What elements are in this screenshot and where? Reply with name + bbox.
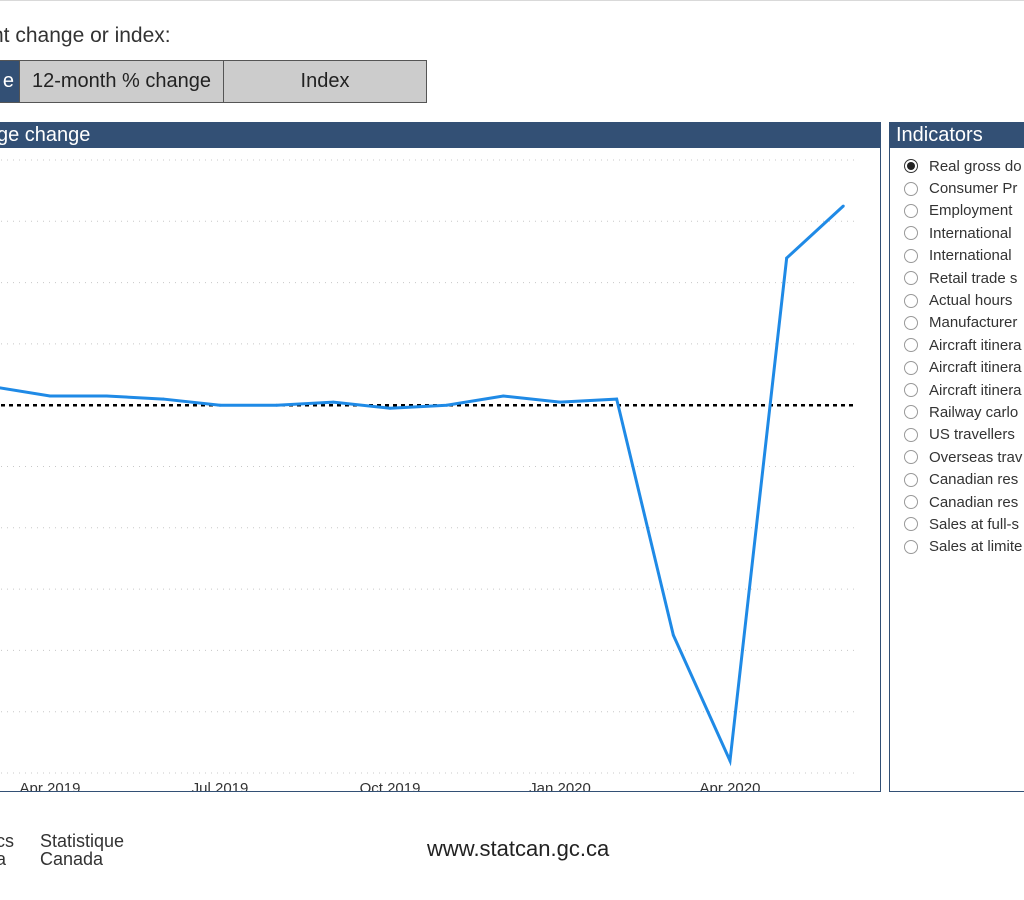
data-point xyxy=(728,759,732,763)
chart-title: ge change xyxy=(0,124,91,146)
indicator-option[interactable]: Aircraft itinera xyxy=(904,357,1024,379)
site-url-link[interactable]: www.statcan.gc.ca xyxy=(427,836,609,862)
indicator-label: Canadian res xyxy=(929,471,1019,489)
indicator-label: Actual hours xyxy=(929,292,1013,310)
index-button[interactable]: Index xyxy=(223,60,427,103)
x-tick-label: Jan 2020 xyxy=(529,780,591,792)
data-point xyxy=(275,403,279,407)
radio-icon[interactable] xyxy=(904,338,918,353)
indicator-option[interactable]: Aircraft itinera xyxy=(904,334,1024,356)
data-point xyxy=(331,400,335,404)
radio-icon[interactable] xyxy=(904,248,918,263)
indicators-panel: Indicators Real gross do Consumer Pr Emplo… xyxy=(889,122,1024,792)
top-divider xyxy=(0,0,1024,1)
indicator-label: Aircraft itinera xyxy=(929,336,1022,354)
indicators-list: Real gross do Consumer Pr Employment Intern… xyxy=(904,155,1024,558)
x-tick-label: Apr 2020 xyxy=(700,780,761,792)
radio-icon[interactable] xyxy=(904,450,918,465)
radio-icon[interactable] xyxy=(904,539,918,554)
indicator-option[interactable]: Consumer Pr xyxy=(904,177,1024,199)
data-point xyxy=(388,406,392,410)
indicator-option[interactable]: Retail trade s xyxy=(904,267,1024,289)
indicator-label: Manufacturer xyxy=(929,314,1018,332)
x-tick-label: Apr 2019 xyxy=(20,780,81,792)
radio-icon[interactable] xyxy=(904,181,918,196)
indicator-label: Sales at full-s xyxy=(929,515,1020,533)
radio-icon[interactable] xyxy=(904,293,918,308)
indicator-option[interactable]: Overseas trav xyxy=(904,446,1024,468)
indicator-label: Railway carlo xyxy=(929,403,1019,421)
indicator-option[interactable]: Real gross do xyxy=(904,155,1024,177)
indicator-label: International xyxy=(929,224,1012,242)
data-point xyxy=(218,403,222,407)
data-point xyxy=(48,394,52,398)
radio-icon[interactable] xyxy=(904,203,918,218)
12-month-change-button[interactable]: 12-month % change xyxy=(19,60,224,103)
wordmark-line2: Canada xyxy=(40,849,104,869)
data-point xyxy=(841,204,845,208)
radio-icon[interactable] xyxy=(904,315,918,330)
radio-icon[interactable] xyxy=(904,427,918,442)
indicator-label: International xyxy=(929,247,1012,265)
indicators-title: Indicators xyxy=(890,123,1024,148)
indicator-option[interactable]: Manufacturer xyxy=(904,312,1024,334)
indicator-label: Canadian res xyxy=(929,493,1019,511)
indicator-option[interactable]: Canadian res xyxy=(904,491,1024,513)
display-mode-prompt: nt change or index: xyxy=(0,24,171,47)
wordmark-line1: Statistique xyxy=(40,831,125,851)
indicator-label: Real gross do xyxy=(929,157,1022,175)
line-chart: Apr 2019 Jul 2019 Oct 2019 Jan 2020 Apr 2020 xyxy=(0,159,854,792)
data-point xyxy=(445,403,449,407)
statcan-wordmark-fr: Statistique Canada xyxy=(40,832,124,868)
indicator-option[interactable]: Aircraft itinera xyxy=(904,379,1024,401)
indicator-option[interactable]: International xyxy=(904,245,1024,267)
series-line xyxy=(0,204,845,767)
data-point xyxy=(105,394,109,398)
data-point xyxy=(615,397,619,401)
radio-icon[interactable] xyxy=(904,159,918,174)
indicator-option[interactable]: Railway carlo xyxy=(904,401,1024,423)
data-point xyxy=(558,400,562,404)
indicator-label: Aircraft itinera xyxy=(929,359,1022,377)
indicator-option[interactable]: Sales at full-s xyxy=(904,513,1024,535)
radio-icon[interactable] xyxy=(904,472,918,487)
chart-panel: ge change Apr 2019 Jul 2019 Oct 2019 Jan 20… xyxy=(0,122,881,792)
x-tick-label: Oct 2019 xyxy=(360,780,421,792)
indicator-option[interactable]: Canadian res xyxy=(904,468,1024,490)
radio-icon[interactable] xyxy=(904,495,918,510)
indicator-option[interactable]: Actual hours xyxy=(904,289,1024,311)
statcan-wordmark-en: cs a xyxy=(0,831,14,869)
data-point xyxy=(501,394,505,398)
radio-icon[interactable] xyxy=(904,226,918,241)
radio-icon[interactable] xyxy=(904,405,918,420)
radio-icon[interactable] xyxy=(904,360,918,375)
indicator-label: Aircraft itinera xyxy=(929,381,1022,399)
indicator-option[interactable]: US travellers xyxy=(904,424,1024,446)
indicator-label: Retail trade s xyxy=(929,269,1018,287)
data-point xyxy=(161,397,165,401)
radio-icon[interactable] xyxy=(904,517,918,532)
indicator-label: Overseas trav xyxy=(929,448,1023,466)
indicator-label: Sales at limite xyxy=(929,538,1023,556)
indicator-option[interactable]: Sales at limite xyxy=(904,536,1024,558)
indicator-label: Employment xyxy=(929,202,1013,220)
chart-header: ge change xyxy=(0,123,880,148)
percent-change-button[interactable]: e xyxy=(0,60,20,103)
indicator-label: US travellers xyxy=(929,426,1015,444)
indicator-label: Consumer Pr xyxy=(929,180,1018,198)
x-tick-label: Jul 2019 xyxy=(192,780,249,792)
data-point xyxy=(671,633,675,637)
data-point xyxy=(785,256,789,260)
indicator-option[interactable]: International xyxy=(904,222,1024,244)
radio-icon[interactable] xyxy=(904,271,918,286)
radio-icon[interactable] xyxy=(904,383,918,398)
indicator-option[interactable]: Employment xyxy=(904,200,1024,222)
